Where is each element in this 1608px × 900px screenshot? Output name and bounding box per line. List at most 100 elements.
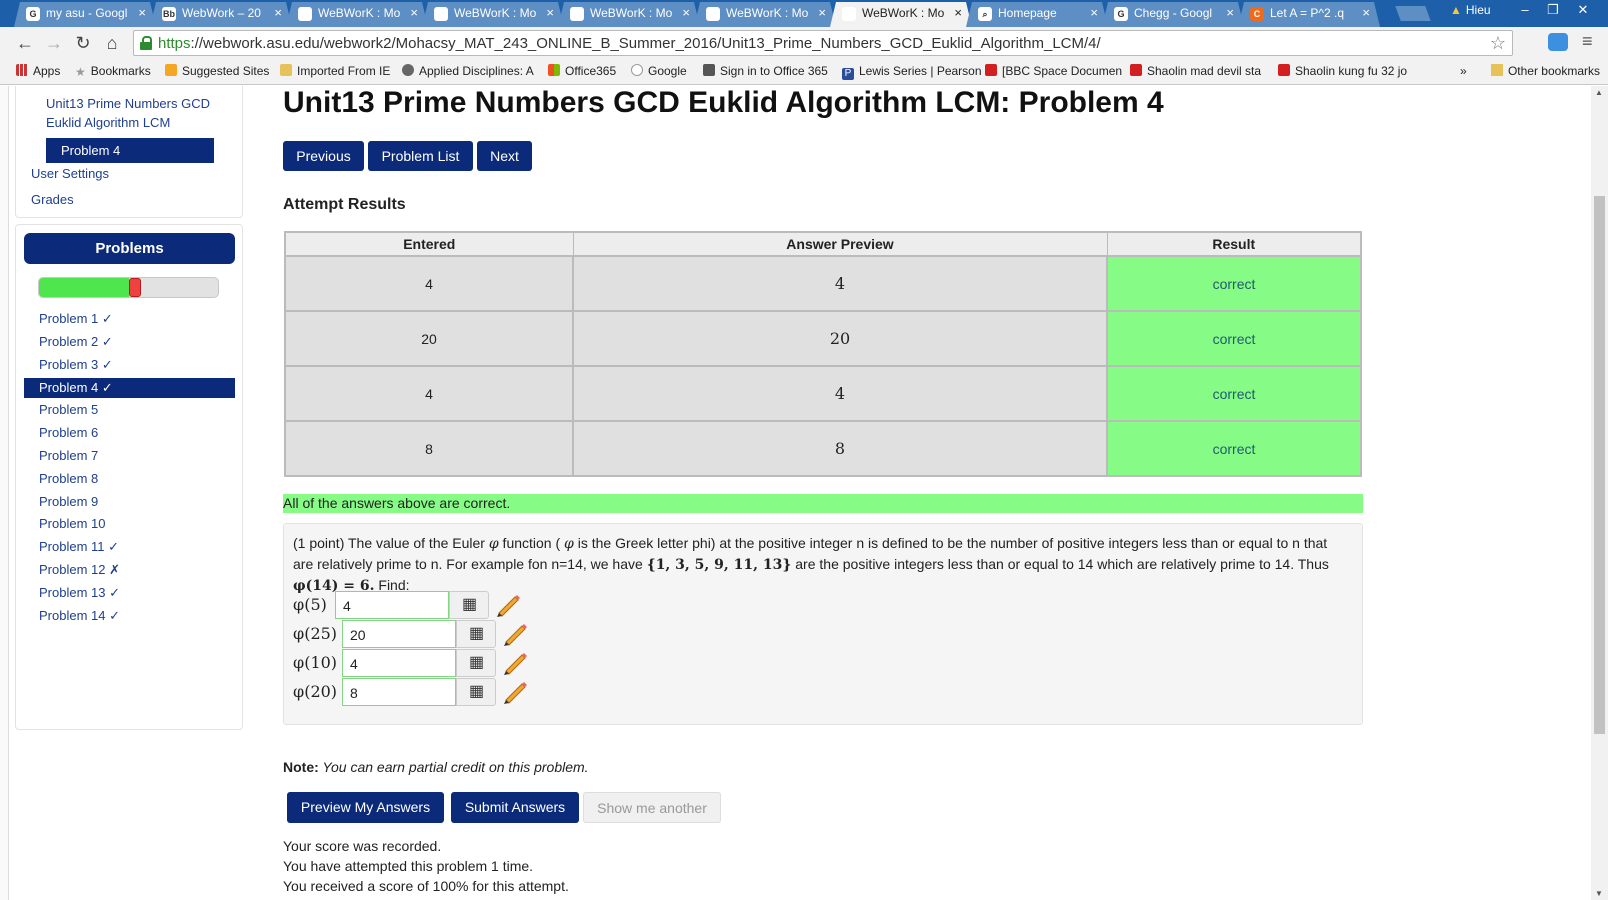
column-header-result: Result [1106,231,1362,257]
close-icon[interactable]: × [1226,5,1234,20]
close-icon[interactable]: × [818,5,826,20]
browser-tab[interactable]: WeBWorK : Mo × [694,2,836,27]
bookmark-item[interactable]: [BBC Space Documen [985,64,1122,78]
answer-input[interactable]: 20 [342,620,456,648]
problem-list-item[interactable]: Problem 5 [24,400,235,420]
browser-tab[interactable]: Bb WebWork – 20 × [150,2,292,27]
entered-cell: 8 [284,420,574,477]
close-icon[interactable]: × [1090,5,1098,20]
answer-row: φ(10) 4 [293,649,543,677]
cloud-extension-icon[interactable] [1548,33,1568,51]
address-bar[interactable]: https://webwork.asu.edu/webwork2/Mohacsy… [133,30,1513,56]
back-icon[interactable]: ← [14,33,36,53]
close-icon[interactable]: × [546,5,554,20]
answer-input[interactable]: 8 [342,678,456,706]
problem-list-item[interactable]: Problem 13 ✓ [24,583,235,603]
menu-icon[interactable]: ≡ [1582,31,1593,52]
scroll-up-icon[interactable]: ▲ [1595,88,1603,97]
browser-tab[interactable]: WeBWorK : Mo × [558,2,700,27]
close-icon[interactable]: × [274,5,282,20]
status-message: Your score was recorded. [283,838,442,854]
forward-icon[interactable]: → [43,33,65,53]
close-icon[interactable]: × [138,5,146,20]
problem-list-item[interactable]: Problem 10 [24,514,235,534]
pencil-icon[interactable] [502,651,528,675]
restore-icon[interactable]: ❐ [1540,2,1566,20]
answer-input[interactable]: 4 [335,591,449,619]
bookmark-item[interactable]: Suggested Sites [165,64,269,78]
bookmark-apps[interactable]: Apps [16,64,60,78]
bookmark-overflow-button[interactable]: » [1460,64,1467,78]
answer-input[interactable]: 4 [342,649,456,677]
bookmark-item[interactable]: Shaolin kung fu 32 jo [1278,64,1407,78]
close-icon[interactable]: × [410,5,418,20]
bookmark-item[interactable]: ★ Bookmarks [75,64,151,79]
browser-tab[interactable]: G Chegg - Googl × [1102,2,1244,27]
new-tab-button[interactable] [1395,6,1431,21]
close-icon[interactable]: × [1362,5,1370,20]
answer-row: φ(5) 4 [293,591,543,619]
problem-list-item[interactable]: Problem 6 [24,423,235,443]
google-icon [631,64,643,76]
other-bookmarks[interactable]: Other bookmarks [1490,64,1600,78]
equation-editor-icon[interactable] [449,591,489,619]
next-button[interactable]: Next [477,141,532,171]
pencil-icon[interactable] [502,680,528,704]
equation-editor-icon[interactable] [456,620,496,648]
show-another-button[interactable]: Show me another [583,792,721,823]
problem-list-item[interactable]: Problem 8 [24,469,235,489]
problem-list-item[interactable]: Problem 14 ✓ [24,606,235,626]
problem-list-item[interactable]: Problem 11 ✓ [24,537,235,557]
problem-list-button[interactable]: Problem List [368,141,473,171]
bookmark-item[interactable]: Office365 [548,64,616,78]
reload-icon[interactable]: ↻ [72,33,94,53]
browser-tab-active[interactable]: WeBWorK : Mo × [830,2,972,27]
previous-button[interactable]: Previous [283,141,364,171]
browser-tab[interactable]: Gmy asu - Googl × [14,2,156,27]
browser-tab[interactable]: C Let A = P^2 .q × [1238,2,1380,27]
problem-list-item[interactable]: Problem 12 ✗ [24,560,235,580]
table-row: 4 4 correct [284,365,1362,422]
bookmark-item[interactable]: Shaolin mad devil sta [1130,64,1261,78]
bookmark-item[interactable]: Google [631,64,687,78]
scrollbar-thumb[interactable] [1594,196,1605,734]
problem-list-item[interactable]: Problem 2 ✓ [24,332,235,352]
sidebar-item-grades[interactable]: Grades [31,192,74,207]
preview-answers-button[interactable]: Preview My Answers [287,792,444,823]
page-scrollbar[interactable]: ▲ ▼ [1591,86,1608,900]
bookmarks-bar: Apps ★ Bookmarks Suggested Sites Imported… [0,59,1608,85]
equation-editor-icon[interactable] [456,678,496,706]
sidebar-set-link[interactable]: Unit13 Prime Numbers GCD Euklid Algorith… [46,96,210,130]
profile-button[interactable]: ▲ Hieu [1450,3,1491,17]
close-window-icon[interactable]: ✕ [1570,2,1596,20]
browser-tab[interactable]: ⌕ Homepage × [966,2,1108,27]
sidebar-item-problem-4[interactable]: Problem 4 [46,138,214,163]
entered-cell: 20 [284,310,574,367]
equation-editor-icon[interactable] [456,649,496,677]
submit-answers-button[interactable]: Submit Answers [451,792,579,823]
problem-list-item[interactable]: Problem 1 ✓ [24,309,235,329]
browser-tab[interactable]: WeBWorK : Mo × [286,2,428,27]
problem-list-item[interactable]: Problem 4 ✓ [24,378,235,398]
bookmark-folder[interactable]: Imported From IE [280,64,390,78]
pencil-icon[interactable] [495,593,521,617]
problem-statement: (1 point) The value of the Euler φ funct… [293,535,1329,594]
problem-list-item[interactable]: Problem 9 [24,492,235,512]
sidebar-item-user-settings[interactable]: User Settings [31,166,109,181]
bookmark-item[interactable]: Sign in to Office 365 [703,64,828,78]
browser-tab[interactable]: WeBWorK : Mo × [422,2,564,27]
bookmark-item[interactable]: Applied Disciplines: A [402,64,534,78]
close-icon[interactable]: × [682,5,690,20]
sidebar-nav: Unit13 Prime Numbers GCD Euklid Algorith… [15,86,243,218]
home-icon[interactable]: ⌂ [101,33,123,53]
bookmark-item[interactable]: P Lewis Series | Pearson [842,64,982,80]
close-icon[interactable]: × [954,5,962,20]
scroll-down-icon[interactable]: ▼ [1595,889,1603,898]
preview-cell: 8 [572,420,1108,477]
problem-list-item[interactable]: Problem 7 [24,446,235,466]
problem-list-item[interactable]: Problem 3 ✓ [24,355,235,375]
pencil-icon[interactable] [502,622,528,646]
minimize-icon[interactable]: – [1512,2,1538,20]
bookmark-star-icon[interactable]: ☆ [1490,33,1506,54]
folder-icon [280,64,292,76]
